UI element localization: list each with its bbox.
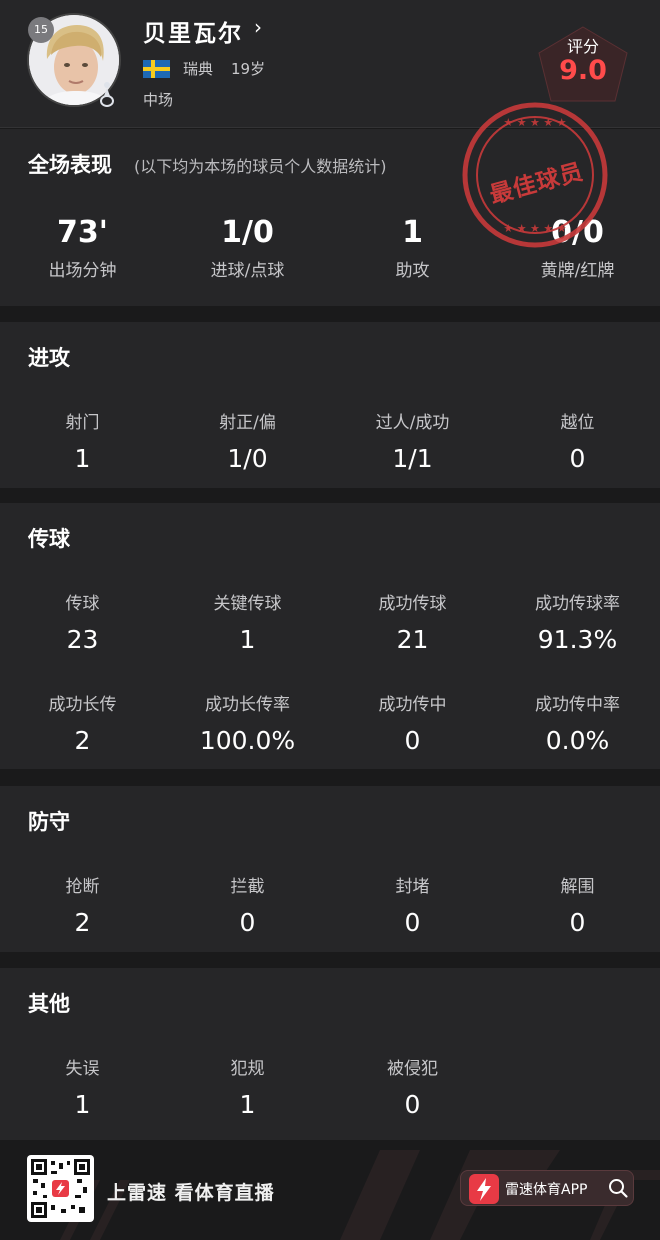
stat-value: 0 [569,908,586,937]
stat-label: 成功传球率 [535,594,620,614]
rating-value: 9.0 [559,55,607,86]
stat-value: 1 [239,625,256,654]
stat-shots: 射门 1 [0,408,165,473]
jersey-number-badge: 15 [28,17,54,43]
download-app-button[interactable]: 雷速体育APP [460,1170,634,1206]
search-icon[interactable] [607,1177,629,1199]
stat-value: 1 [74,444,91,473]
stat-dribbles: 过人/成功 1/1 [330,408,495,473]
stat-label: 成功长传率 [205,695,290,715]
section-title-attack: 进攻 [28,346,70,370]
svg-text:★ ★ ★ ★ ★: ★ ★ ★ ★ ★ [503,222,566,235]
stat-value: 0.0% [545,726,610,755]
stat-label: 助攻 [395,261,430,281]
stat-fouls: 犯规 1 [165,1054,330,1119]
stat-value: 1/0 [227,444,268,473]
section-title-defense: 防守 [28,810,70,834]
rating-label: 评分 [566,37,599,56]
stat-cross-accuracy: 成功传中率 0.0% [495,690,660,755]
player-country: 瑞典 [183,60,214,78]
player-position: 中场 [143,91,174,109]
stat-value: 0 [404,908,421,937]
stat-label: 过人/成功 [375,413,450,433]
stat-value: 0 [569,444,586,473]
stat-value: 0 [239,908,256,937]
app-logo-icon [469,1174,499,1204]
stat-interceptions: 拦截 0 [165,872,330,937]
stat-fouled: 被侵犯 0 [330,1054,495,1119]
footer-banner: 上雷速 看体育直播 雷速体育APP [0,1140,660,1240]
stat-label: 拦截 [230,877,265,897]
stat-label: 失误 [65,1059,100,1079]
stat-value: 100.0% [199,726,296,755]
stat-crosses: 成功传中 0 [330,690,495,755]
stat-value: 1/0 [221,215,274,250]
stat-value: 0 [404,1090,421,1119]
stat-value: 1/1 [392,444,433,473]
club-crest-icon [100,82,114,107]
stat-pass-accuracy: 成功传球率 91.3% [495,589,660,654]
svg-text:★ ★ ★ ★ ★: ★ ★ ★ ★ ★ [503,116,566,129]
player-age: 19岁 [231,60,266,78]
stat-errors: 失误 1 [0,1054,165,1119]
defense-section: 防守 抢断 2 拦截 0 封堵 0 解围 0 [0,786,660,952]
stat-passes: 传球 23 [0,589,165,654]
rating-badge: 评分 9.0 [537,25,629,103]
stat-label: 成功传中 [378,695,447,715]
stat-value: 1 [239,1090,256,1119]
stat-label: 抢断 [65,877,100,897]
stat-blocks: 封堵 0 [330,872,495,937]
stat-clearances: 解围 0 [495,872,660,937]
stat-successful-passes: 成功传球 21 [330,589,495,654]
stat-offsides: 越位 0 [495,408,660,473]
stat-label: 成功传中率 [535,695,620,715]
stat-value: 21 [396,625,429,654]
stat-label: 射门 [65,413,100,433]
stat-value: 91.3% [537,625,618,654]
section-title-passing: 传球 [28,527,70,551]
sweden-flag-icon [143,60,170,78]
stat-value: 73' [57,215,108,250]
stat-minutes: 73' 出场分钟 [0,215,165,281]
section-title-other: 其他 [28,992,70,1016]
stat-value: 2 [74,908,91,937]
stat-long-balls: 成功长传 2 [0,690,165,755]
overview-subtitle: (以下均为本场的球员个人数据统计) [134,157,387,176]
other-section: 其他 失误 1 犯规 1 被侵犯 0 [0,968,660,1140]
stat-key-passes: 关键传球 1 [165,589,330,654]
stat-label: 解围 [560,877,595,897]
stat-label: 封堵 [395,877,430,897]
app-name: 雷速体育APP [505,1182,588,1198]
section-title-overview: 全场表现 [28,153,112,177]
passing-section: 传球 传球 23 关键传球 1 成功传球 21 成功传球率 91.3% 成功长传… [0,503,660,769]
attack-section: 进攻 射门 1 射正/偏 1/0 过人/成功 1/1 越位 0 [0,322,660,488]
stat-label: 传球 [65,594,100,614]
stat-value: 0 [404,726,421,755]
stat-label: 黄牌/红牌 [540,261,615,281]
stat-shots-on-target: 射正/偏 1/0 [165,408,330,473]
stat-long-ball-accuracy: 成功长传率 100.0% [165,690,330,755]
stat-label: 出场分钟 [48,261,117,281]
qr-code-icon [31,1159,90,1218]
stat-label: 成功长传 [48,695,117,715]
stat-value: 23 [66,625,99,654]
qr-code[interactable] [27,1155,94,1222]
stat-label: 犯规 [230,1059,265,1079]
stat-label: 进球/点球 [210,261,285,281]
stat-value: 1 [74,1090,91,1119]
player-name[interactable]: 贝里瓦尔 [143,14,243,48]
stat-label: 越位 [560,413,595,433]
stat-label: 关键传球 [213,594,282,614]
stat-label: 射正/偏 [219,413,276,433]
chevron-right-icon[interactable]: › [254,15,262,39]
stat-label: 成功传球 [378,594,447,614]
footer-slogan: 上雷速 看体育直播 [107,1182,275,1204]
stat-goals: 1/0 进球/点球 [165,215,330,281]
stat-tackles: 抢断 2 [0,872,165,937]
stat-value: 2 [74,726,91,755]
stat-label: 被侵犯 [387,1059,438,1079]
